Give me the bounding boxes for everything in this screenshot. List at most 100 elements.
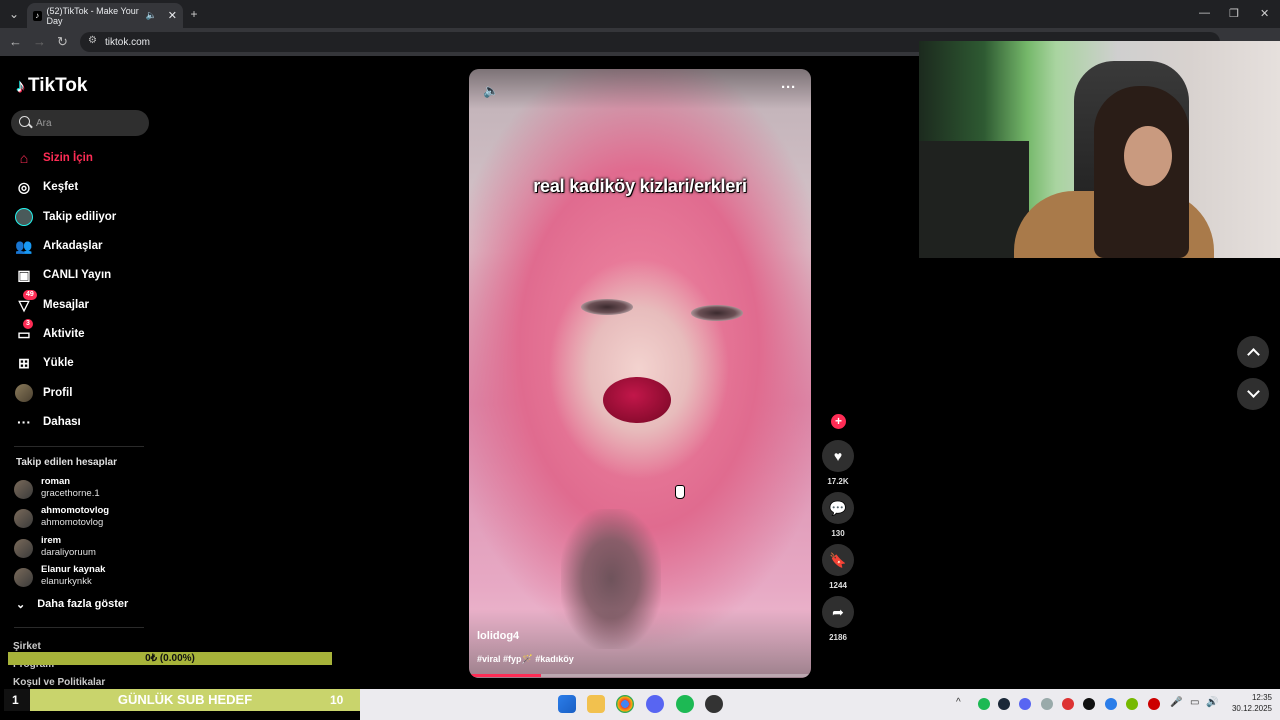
- nav-item-friends[interactable]: 👥 Arkadaşlar: [14, 235, 164, 257]
- tray-nvidia-icon[interactable]: [1126, 698, 1138, 710]
- chevron-down-icon: ⌄: [16, 599, 26, 611]
- spotify-icon[interactable]: [676, 695, 694, 713]
- upload-icon: ⊞: [18, 354, 30, 371]
- goal-label: GÜNLÜK SUB HEDEF: [117, 692, 253, 707]
- search-input[interactable]: Ara: [11, 110, 149, 136]
- nav-item-for-you[interactable]: ⌂ Sizin İçin: [14, 147, 164, 169]
- goal-count: 10: [330, 693, 344, 707]
- avatar: [14, 568, 33, 587]
- nav-label: Mesajlar: [43, 299, 90, 311]
- video-author[interactable]: lolidog4: [477, 630, 519, 642]
- activity-icon: ▭ 3: [14, 319, 34, 344]
- following-account[interactable]: roman gracethorne.1: [14, 476, 154, 504]
- previous-video-button[interactable]: [1237, 336, 1269, 368]
- account-handle: ahmomotovlog: [41, 517, 104, 528]
- like-button[interactable]: ♥: [822, 440, 854, 472]
- nav-item-live[interactable]: ▣ CANLI Yayın: [14, 264, 164, 286]
- tray-steam-icon[interactable]: [998, 698, 1010, 710]
- following-accounts-title: Takip edilen hesaplar: [16, 457, 117, 468]
- goal-number: 1: [4, 689, 30, 711]
- tray-spotify-icon[interactable]: [978, 698, 990, 710]
- video-progress-bar[interactable]: [469, 674, 811, 677]
- url-text: tiktok.com: [105, 36, 151, 48]
- sub-progress-text: 0₺ (0.00%): [145, 653, 195, 664]
- mouse-cursor-icon: [675, 485, 685, 499]
- microphone-icon[interactable]: 🎤: [1170, 697, 1182, 708]
- webcam-person-face: [1124, 126, 1172, 186]
- close-tab-icon[interactable]: ✕: [168, 9, 177, 22]
- new-tab-icon[interactable]: +: [186, 6, 202, 22]
- account-name: roman: [41, 476, 71, 487]
- chrome-icon[interactable]: [616, 695, 634, 713]
- discord-icon[interactable]: [646, 695, 664, 713]
- video-player[interactable]: 🔈 ··· real kadiköy kizlari/erkleri lolid…: [469, 69, 811, 678]
- show-more-button[interactable]: ⌄ Daha fazla göster: [16, 598, 128, 611]
- divider: [14, 446, 144, 447]
- obs-icon[interactable]: [705, 695, 723, 713]
- tray-record-icon[interactable]: [1148, 698, 1160, 710]
- system-clock[interactable]: 12:35 30.12.2025: [1222, 692, 1272, 714]
- nav-item-activity[interactable]: ▭ 3 Aktivite: [14, 319, 164, 345]
- follow-plus-button[interactable]: +: [831, 414, 846, 429]
- forward-icon[interactable]: →: [33, 34, 46, 49]
- back-icon[interactable]: ←: [9, 34, 22, 49]
- nav-item-explore[interactable]: ◎ Keşfet: [14, 176, 164, 198]
- nav-label: Profil: [43, 387, 73, 399]
- footer-link-company[interactable]: Şirket: [13, 641, 41, 652]
- tiktok-logo[interactable]: ♪ TikTok: [16, 75, 87, 97]
- volume-icon[interactable]: 🔈: [483, 83, 499, 99]
- close-window-icon[interactable]: ✕: [1260, 7, 1269, 20]
- share-button[interactable]: ➦: [822, 596, 854, 628]
- save-button[interactable]: 🔖: [822, 544, 854, 576]
- comment-button[interactable]: 💬: [822, 492, 854, 524]
- comment-count: 130: [831, 529, 845, 538]
- nav-label: Aktivite: [43, 328, 85, 340]
- nav-item-messages[interactable]: ▽ 49 Mesajlar: [14, 290, 164, 316]
- nav-item-following[interactable]: Takip ediliyor: [14, 206, 164, 228]
- next-video-button[interactable]: [1237, 378, 1269, 410]
- chevron-down-icon: [1246, 385, 1260, 398]
- tray-discord-icon[interactable]: [1019, 698, 1031, 710]
- restore-icon[interactable]: ❐: [1229, 7, 1239, 20]
- clock-date: 30.12.2025: [1231, 704, 1272, 713]
- following-account[interactable]: irem daraliyoruum: [14, 535, 154, 563]
- reload-icon[interactable]: ↻: [57, 34, 68, 50]
- windows-taskbar: [360, 689, 1280, 720]
- bookmark-icon: 🔖: [829, 551, 847, 568]
- nav-item-profile[interactable]: Profil: [14, 382, 164, 404]
- tray-app-icon[interactable]: [1041, 698, 1053, 710]
- volume-tray-icon[interactable]: 🔊: [1206, 697, 1218, 708]
- video-hashtags[interactable]: #viral #fyp🪄 #kadıköy: [477, 654, 574, 665]
- share-count: 2186: [829, 633, 847, 642]
- tiktok-note-icon: ♪: [16, 75, 25, 96]
- windows-start-icon[interactable]: [558, 695, 576, 713]
- avatar: [14, 509, 33, 528]
- heart-icon: ♥: [833, 448, 843, 464]
- webcam-background-bed: [919, 141, 1029, 258]
- tray-antivirus-icon[interactable]: [1062, 698, 1074, 710]
- footer-link-terms[interactable]: Koşul ve Politikalar: [13, 677, 105, 688]
- tab-search-chevron-icon[interactable]: ⌄: [6, 6, 22, 22]
- tray-app-icon[interactable]: [1105, 698, 1117, 710]
- live-icon: ▣: [17, 266, 31, 283]
- avatar: [14, 480, 33, 499]
- more-options-icon[interactable]: ···: [781, 79, 796, 96]
- file-explorer-icon[interactable]: [587, 695, 605, 713]
- following-account[interactable]: Elanur kaynak elanurkynkk: [14, 564, 154, 592]
- site-info-icon[interactable]: ⚙: [88, 35, 97, 46]
- tray-chevron-up-icon[interactable]: ^: [956, 697, 961, 708]
- following-account[interactable]: ahmomotovlog ahmomotovlog: [14, 505, 154, 533]
- friends-icon: 👥: [15, 237, 33, 254]
- nav-item-more[interactable]: ··· Dahası: [14, 411, 164, 433]
- browser-tab[interactable]: ♪ (52)TikTok - Make Your Day 🔈 ✕: [27, 3, 183, 28]
- following-avatar-icon: [14, 207, 34, 227]
- speaker-icon[interactable]: 🔈: [146, 10, 157, 21]
- messages-badge: 49: [23, 290, 37, 300]
- tiktok-favicon-icon: ♪: [33, 10, 42, 21]
- network-icon[interactable]: ▭: [1190, 697, 1199, 708]
- nav-item-upload[interactable]: ⊞ Yükle: [14, 352, 164, 374]
- profile-avatar-icon: [14, 383, 34, 403]
- messages-icon: ▽ 49: [14, 290, 37, 315]
- tray-app-icon[interactable]: [1083, 698, 1095, 710]
- minimize-icon[interactable]: —: [1199, 7, 1210, 19]
